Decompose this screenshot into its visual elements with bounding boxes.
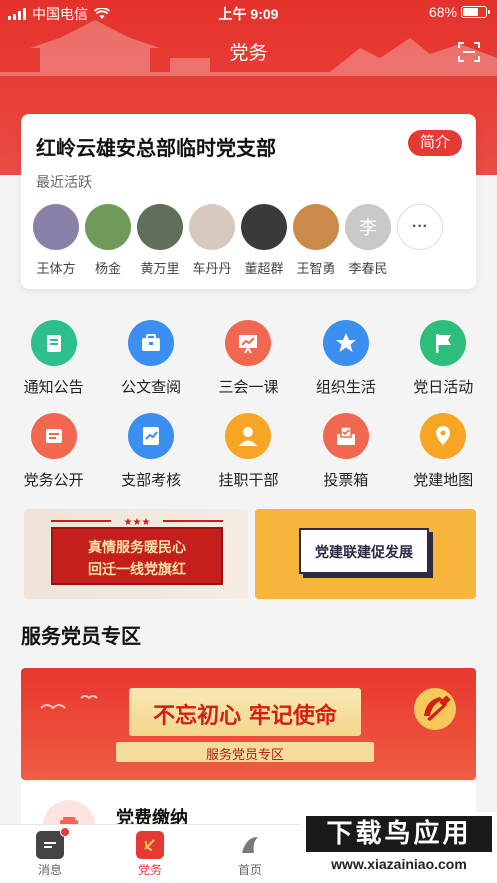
member-name: 王体方 xyxy=(36,261,76,276)
function-item[interactable]: 党务公开 xyxy=(9,413,99,506)
function-label: 党日活动 xyxy=(413,379,474,396)
function-item[interactable]: 党建地图 xyxy=(398,413,488,506)
tab-message[interactable]: 消息 xyxy=(0,825,100,883)
member-item[interactable]: 王智勇 xyxy=(293,204,339,277)
member-item[interactable]: 李李春民 xyxy=(345,204,391,277)
message-icon xyxy=(36,831,64,859)
service-zone-strip: 服务党员专区 xyxy=(116,742,374,762)
stars-decoration: ★★★ xyxy=(51,517,223,527)
briefcase-icon xyxy=(128,320,175,366)
service-zone-banner[interactable]: 不忘初心 牢记使命 服务党员专区 xyxy=(21,668,476,780)
function-label: 支部考核 xyxy=(121,472,182,489)
banner-right-text: 党建联建促发展 xyxy=(315,544,413,560)
avatar xyxy=(189,204,235,250)
section-title: 服务党员专区 xyxy=(21,626,141,648)
function-item[interactable]: 通知公告 xyxy=(9,320,99,413)
clock: 上午 9:09 xyxy=(218,6,279,22)
more-icon: ··· xyxy=(397,204,443,250)
watermark-url: www.xiazainiao.com xyxy=(331,856,467,872)
slogan-text: 不忘初心 牢记使命 xyxy=(153,703,337,729)
party-building-banner[interactable]: 党建联建促发展 xyxy=(255,509,476,599)
function-item[interactable]: 公文查阅 xyxy=(106,320,196,413)
party-emblem-icon xyxy=(414,688,456,730)
function-item[interactable]: 支部考核 xyxy=(106,413,196,506)
function-row: 党务公开 支部考核 挂职干部 投票箱 党建地图 xyxy=(0,413,497,506)
status-bar: 中国电信 上午 9:09 68% xyxy=(0,0,497,26)
branch-card: 红岭云雄安总部临时党支部 简介 最近活跃 王体方 杨金 黄万里 车丹丹 董超群 王智勇李李… xyxy=(21,114,476,289)
flag-icon xyxy=(420,320,467,366)
function-grid: 通知公告 公文查阅 三会一课 组织生活 党日活动党务公开 支部考核 挂职干部 投票箱 党建地图 xyxy=(0,320,497,506)
member-item[interactable]: 车丹丹 xyxy=(189,204,235,277)
unread-badge xyxy=(60,827,70,837)
function-item[interactable]: 党日活动 xyxy=(398,320,488,413)
person-icon xyxy=(225,413,272,459)
branch-name: 红岭云雄安总部临时党支部 xyxy=(36,138,276,160)
intro-button[interactable]: 简介 xyxy=(408,130,462,156)
function-label: 三会一课 xyxy=(218,379,279,396)
more-members-button[interactable]: ··· xyxy=(397,204,443,277)
scan-icon[interactable] xyxy=(457,40,481,64)
member-name: 李春民 xyxy=(348,261,388,276)
banner-right-plate: 党建联建促发展 xyxy=(299,528,429,574)
tab-label: 消息 xyxy=(37,863,62,877)
function-label: 党务公开 xyxy=(23,472,84,489)
avatar: 李 xyxy=(345,204,391,250)
slogan-plate: 不忘初心 牢记使命 xyxy=(129,688,361,736)
member-name: 车丹丹 xyxy=(192,261,232,276)
member-item[interactable]: 董超群 xyxy=(241,204,287,277)
banner-left-line1: 真情服务暖民心 xyxy=(88,540,186,556)
function-item[interactable]: 组织生活 xyxy=(301,320,391,413)
ballot-box-icon xyxy=(322,413,369,459)
member-item[interactable]: 王体方 xyxy=(33,204,79,277)
battery-percent: 68% xyxy=(428,4,457,20)
function-label: 通知公告 xyxy=(23,379,84,396)
tab-label: 党务 xyxy=(137,863,162,877)
avatar xyxy=(33,204,79,250)
service-banner-left[interactable]: ★★★ 真情服务暖民心 回迁一线党旗红 xyxy=(24,509,248,599)
function-label: 党建地图 xyxy=(413,472,474,489)
avatar xyxy=(293,204,339,250)
function-label: 投票箱 xyxy=(323,472,369,489)
banner-left-line2: 回迁一线党旗红 xyxy=(88,562,186,578)
avatar xyxy=(137,204,183,250)
tab-party-emblem[interactable]: 党务 xyxy=(100,825,200,883)
svg-text:★★★: ★★★ xyxy=(124,517,151,527)
function-item[interactable]: 投票箱 xyxy=(301,413,391,506)
avatar xyxy=(241,204,287,250)
recent-active-label: 最近活跃 xyxy=(36,174,92,190)
member-name: 杨金 xyxy=(94,261,121,276)
tab-label: 首页 xyxy=(237,863,262,877)
function-label: 公文查阅 xyxy=(121,379,182,396)
presentation-icon xyxy=(225,320,272,366)
avatar xyxy=(85,204,131,250)
member-name: 王智勇 xyxy=(296,261,336,276)
member-item[interactable]: 黄万里 xyxy=(137,204,183,277)
member-item[interactable]: 杨金 xyxy=(85,204,131,277)
page-title: 党务 xyxy=(229,43,268,64)
notice-icon xyxy=(30,320,77,366)
function-label: 挂职干部 xyxy=(218,472,279,489)
member-name: 黄万里 xyxy=(140,261,180,276)
battery-icon xyxy=(461,6,490,18)
banner-left-plate: 真情服务暖民心 回迁一线党旗红 xyxy=(51,527,223,585)
tab-home-logo[interactable]: 首页 xyxy=(200,825,300,883)
member-list: 王体方 杨金 黄万里 车丹丹 董超群 王智勇李李春民 ··· xyxy=(33,204,443,277)
function-label: 组织生活 xyxy=(315,379,376,396)
watermark-title: 下载鸟应用 xyxy=(306,816,492,852)
member-name: 董超群 xyxy=(244,261,284,276)
map-pin-icon xyxy=(420,413,467,459)
function-item[interactable]: 三会一课 xyxy=(203,320,293,413)
service-zone-strip-text: 服务党员专区 xyxy=(205,747,284,762)
document-icon xyxy=(30,413,77,459)
birds-decoration xyxy=(40,695,98,710)
watermark: 下载鸟应用 www.xiazainiao.com xyxy=(300,812,497,883)
function-item[interactable]: 挂职干部 xyxy=(203,413,293,506)
star-badge-icon xyxy=(322,320,369,366)
chart-card-icon xyxy=(128,413,175,459)
function-row: 通知公告 公文查阅 三会一课 组织生活 党日活动 xyxy=(0,320,497,413)
home-logo-icon xyxy=(236,831,264,859)
party-emblem-icon xyxy=(136,831,164,859)
